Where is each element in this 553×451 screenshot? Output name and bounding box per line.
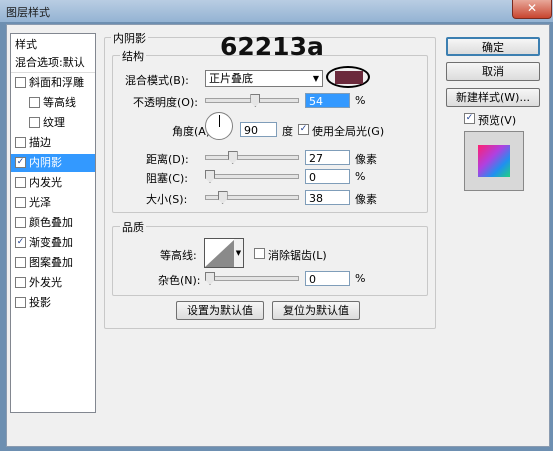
style-list-item-label: 等高线: [43, 96, 76, 109]
style-list-item-label: 投影: [29, 296, 51, 309]
style-list-item[interactable]: 颜色叠加: [11, 214, 95, 232]
watermark-text: 62213a: [220, 32, 324, 61]
angle-dial-needle: [219, 115, 220, 127]
dropdown-arrow-icon: ▼: [312, 74, 319, 83]
ok-button[interactable]: 确定: [446, 37, 540, 56]
contour-dropdown-arrow-icon[interactable]: ▼: [234, 238, 244, 268]
style-list-item[interactable]: 内发光: [11, 174, 95, 192]
style-list-header[interactable]: 样式: [15, 36, 91, 54]
anti-alias-checkbox[interactable]: [254, 248, 265, 259]
distance-unit: 像素: [355, 153, 377, 166]
preview-thumbnail: [478, 145, 510, 177]
noise-input[interactable]: 0: [305, 271, 350, 286]
style-checkbox[interactable]: [15, 217, 26, 228]
quality-title: 品质: [120, 219, 146, 235]
reset-default-button[interactable]: 复位为默认值: [272, 301, 360, 320]
style-checkbox[interactable]: [15, 177, 26, 188]
style-list-item[interactable]: ✓ 渐变叠加: [11, 234, 95, 252]
style-checkbox[interactable]: [29, 117, 40, 128]
window-title: 图层样式: [6, 6, 50, 19]
style-list-item[interactable]: 描边: [11, 134, 95, 152]
style-list-item-label: 光泽: [29, 196, 51, 209]
title-bar: [0, 0, 553, 22]
style-list-item[interactable]: 投影: [11, 294, 95, 312]
size-label: 大小(S):: [146, 193, 188, 206]
style-checkbox[interactable]: [15, 197, 26, 208]
contour-picker[interactable]: [204, 238, 236, 268]
angle-unit: 度: [282, 125, 293, 138]
style-checkbox[interactable]: [15, 257, 26, 268]
new-style-button[interactable]: 新建样式(W)...: [446, 88, 540, 107]
close-button[interactable]: ✕: [512, 0, 552, 19]
choke-label: 阻塞(C):: [146, 172, 188, 185]
contour-label: 等高线:: [160, 249, 197, 262]
style-checkbox[interactable]: [15, 277, 26, 288]
opacity-unit: %: [355, 94, 366, 107]
size-unit: 像素: [355, 193, 377, 206]
style-list-item-label: 颜色叠加: [29, 216, 73, 229]
angle-input[interactable]: 90: [240, 122, 277, 137]
structure-title: 结构: [120, 48, 146, 64]
style-checkbox[interactable]: [15, 77, 26, 88]
blend-mode-value: 正片叠底: [209, 72, 253, 85]
style-list-item-label: 纹理: [43, 116, 65, 129]
style-list: 样式 混合选项:默认 斜面和浮雕 等高线 纹理 描边 ✓ 内阴影 内发光 光泽 颜色叠加 ✓ 渐变叠…: [10, 33, 96, 413]
style-list-item[interactable]: ✓ 内阴影: [11, 154, 95, 172]
panel-title: 内阴影: [111, 30, 148, 46]
close-icon: ✕: [526, 1, 538, 15]
noise-unit: %: [355, 272, 366, 285]
style-list-item-label: 描边: [29, 136, 51, 149]
size-input[interactable]: 38: [305, 190, 350, 205]
noise-slider[interactable]: [205, 276, 299, 281]
blend-mode-select[interactable]: 正片叠底 ▼: [205, 70, 323, 87]
style-checkbox[interactable]: [15, 137, 26, 148]
style-list-item-label: 图案叠加: [29, 256, 73, 269]
style-list-item-label: 渐变叠加: [29, 236, 73, 249]
distance-slider[interactable]: [205, 155, 299, 160]
choke-slider[interactable]: [205, 174, 299, 179]
shadow-color-swatch[interactable]: [335, 71, 363, 84]
cancel-button[interactable]: 取消: [446, 62, 540, 81]
style-list-item[interactable]: 斜面和浮雕: [11, 74, 95, 92]
style-list-item[interactable]: 纹理: [11, 114, 95, 132]
preview-checkbox[interactable]: ✓: [464, 113, 475, 124]
global-light-checkbox[interactable]: ✓: [298, 124, 309, 135]
style-list-item-label: 内阴影: [29, 156, 62, 169]
style-list-item[interactable]: 外发光: [11, 274, 95, 292]
style-list-item[interactable]: 等高线: [11, 94, 95, 112]
preview-frame: [464, 131, 524, 191]
style-list-item-label: 内发光: [29, 176, 62, 189]
choke-input[interactable]: 0: [305, 169, 350, 184]
style-checkbox[interactable]: ✓: [15, 157, 26, 168]
blend-mode-label: 混合模式(B):: [125, 74, 189, 87]
angle-dial[interactable]: [205, 112, 233, 140]
style-list-item-label: 外发光: [29, 276, 62, 289]
opacity-input[interactable]: 54: [305, 93, 350, 108]
style-list-blend-options[interactable]: 混合选项:默认: [11, 54, 95, 73]
opacity-label: 不透明度(O):: [133, 96, 198, 109]
global-light-label[interactable]: 使用全局光(G): [312, 123, 384, 139]
style-list-item[interactable]: 光泽: [11, 194, 95, 212]
contour-preview-icon: [205, 239, 235, 267]
style-checkbox[interactable]: [29, 97, 40, 108]
preview-label[interactable]: 预览(V): [478, 112, 516, 128]
choke-unit: %: [355, 170, 366, 183]
style-list-item[interactable]: 图案叠加: [11, 254, 95, 272]
style-list-item-label: 斜面和浮雕: [29, 76, 84, 89]
distance-label: 距离(D):: [146, 153, 189, 166]
anti-alias-label[interactable]: 消除锯齿(L): [268, 247, 327, 263]
distance-input[interactable]: 27: [305, 150, 350, 165]
style-checkbox[interactable]: [15, 297, 26, 308]
noise-label: 杂色(N):: [158, 274, 201, 287]
set-default-button[interactable]: 设置为默认值: [176, 301, 264, 320]
style-checkbox[interactable]: ✓: [15, 237, 26, 248]
